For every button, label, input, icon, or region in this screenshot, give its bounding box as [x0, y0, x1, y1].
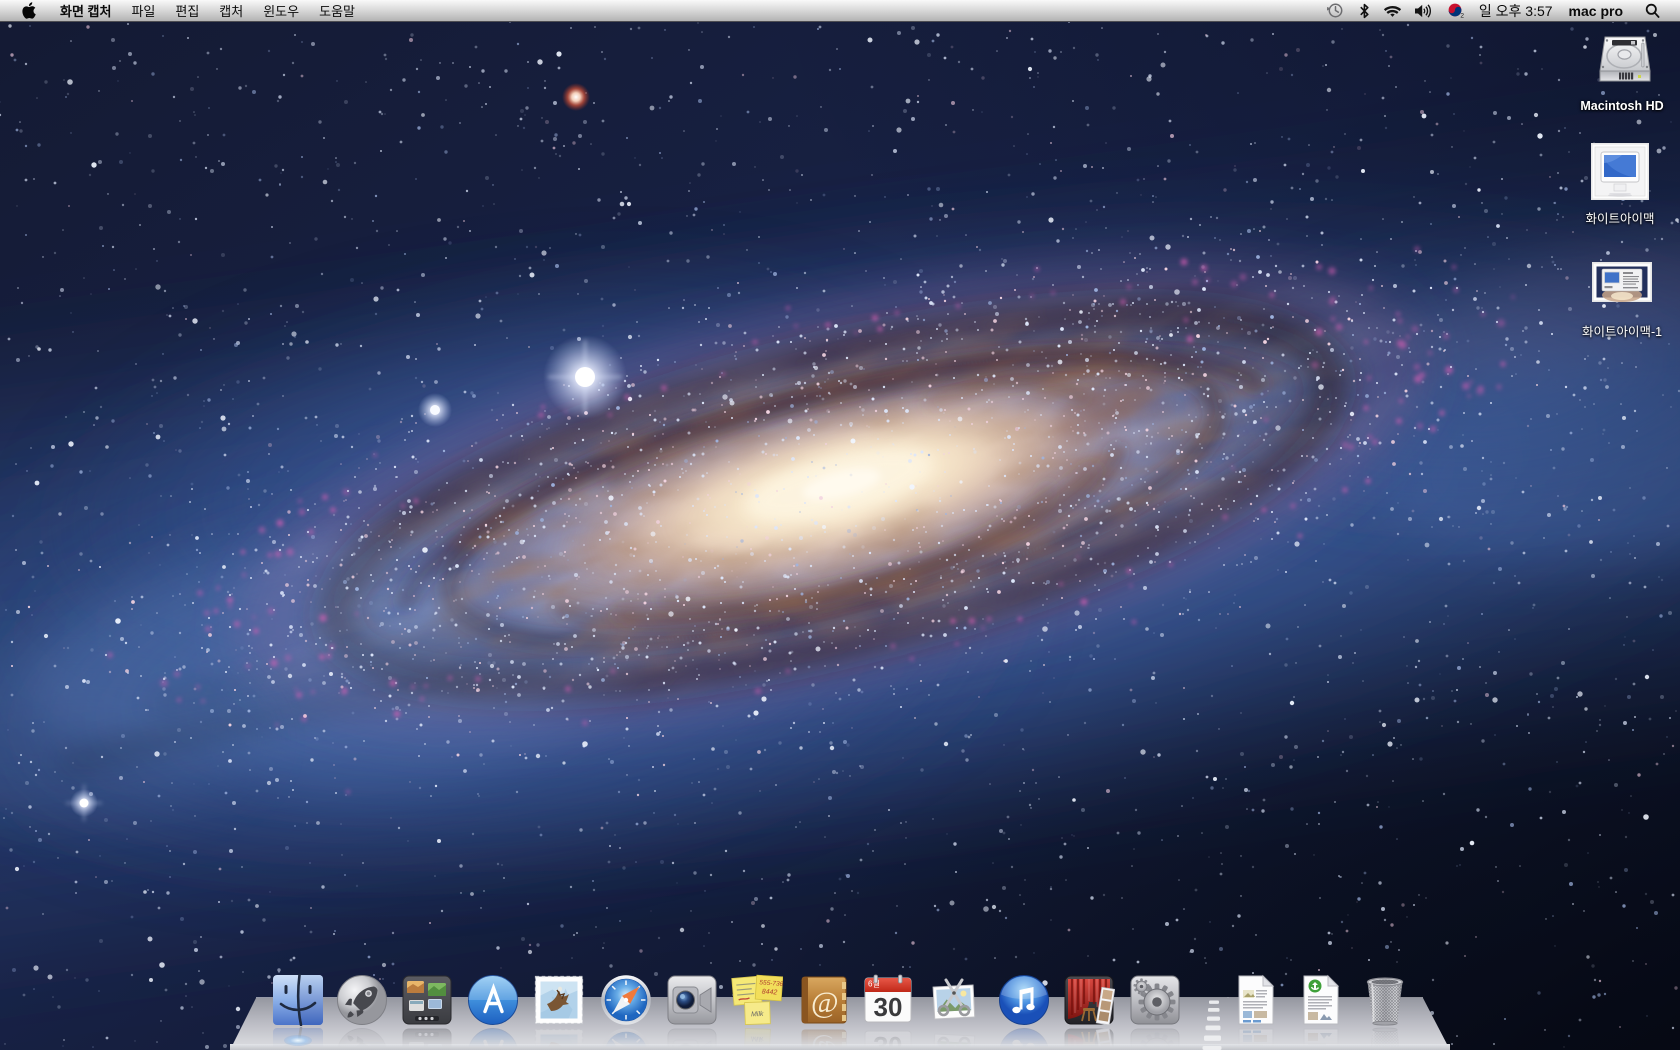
svg-text:2: 2: [1460, 13, 1464, 19]
